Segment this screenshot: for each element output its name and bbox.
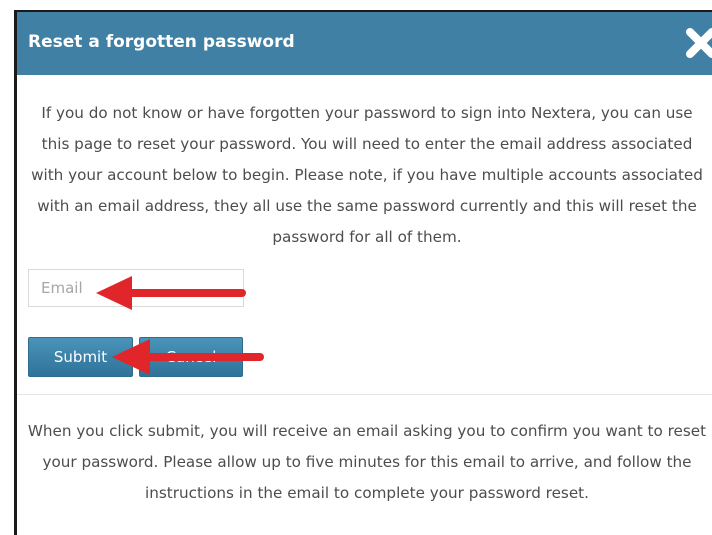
screenshot-frame: Reset a forgotten password If you do not…: [0, 0, 712, 535]
submit-button[interactable]: Submit: [28, 337, 133, 377]
dialog-title: Reset a forgotten password: [28, 32, 295, 52]
outro-instructions: When you click submit, you will receive …: [27, 422, 707, 502]
background-edge: [0, 0, 14, 535]
reset-password-dialog: Reset a forgotten password If you do not…: [14, 10, 712, 535]
dialog-titlebar: Reset a forgotten password: [17, 12, 712, 75]
intro-instructions: If you do not know or have forgotten you…: [31, 104, 703, 246]
divider: [17, 394, 712, 395]
email-field[interactable]: [28, 269, 244, 307]
close-icon[interactable]: [684, 26, 712, 60]
cancel-button[interactable]: Cancel: [139, 337, 243, 377]
